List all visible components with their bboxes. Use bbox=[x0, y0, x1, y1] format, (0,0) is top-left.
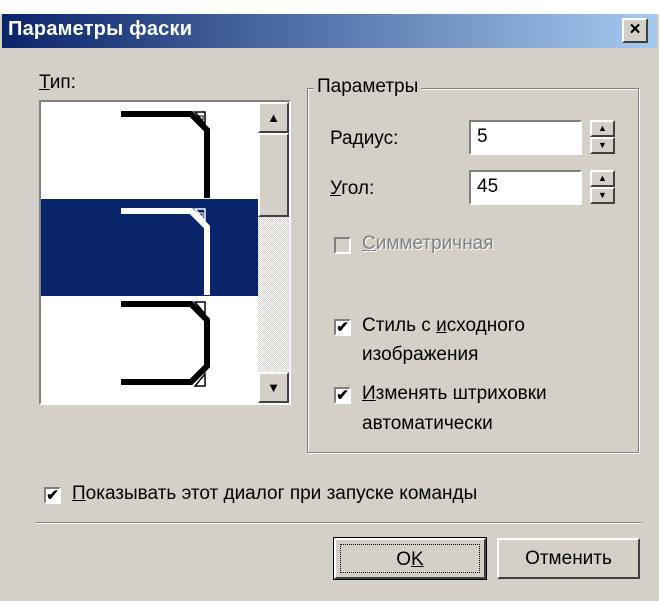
type-label-hotkey: Т bbox=[39, 72, 50, 93]
angle-input[interactable]: 45 bbox=[469, 170, 582, 205]
symmetric-label-rest: имметричная bbox=[375, 233, 494, 254]
chamfer-type-item-2[interactable] bbox=[41, 199, 259, 296]
spin-up-icon[interactable]: ▲ bbox=[590, 170, 615, 187]
show-dialog-label-rest: оказывать этот диалог при запуске команд… bbox=[85, 483, 478, 504]
chamfer-corner-selected-icon bbox=[121, 208, 210, 295]
symmetric-checkbox[interactable] bbox=[334, 237, 351, 254]
spin-down-icon[interactable]: ▼ bbox=[590, 137, 615, 154]
chamfer-type-item-3[interactable] bbox=[41, 296, 259, 393]
spin-down-icon[interactable]: ▼ bbox=[590, 187, 615, 204]
style-label-hotkey: и bbox=[436, 315, 447, 336]
type-label: Тип: bbox=[39, 72, 76, 94]
radius-spinner[interactable]: ▲ ▼ bbox=[590, 120, 615, 155]
auto-hatch-label-line2: автоматически bbox=[362, 413, 493, 434]
auto-hatch-checkbox[interactable]: ✔ bbox=[334, 387, 351, 404]
window-title: Параметры фаски bbox=[8, 18, 193, 40]
params-group-label: Параметры bbox=[314, 76, 422, 98]
show-dialog-checkbox[interactable]: ✔ bbox=[44, 487, 61, 504]
style-label-pre: Стиль с bbox=[362, 315, 437, 336]
angle-spinner[interactable]: ▲ ▼ bbox=[590, 170, 615, 205]
check-icon: ✔ bbox=[336, 387, 349, 404]
chamfer-type-item-1[interactable] bbox=[41, 102, 259, 199]
radius-label: Радиус: bbox=[330, 128, 399, 149]
auto-hatch-label-line1: Изменять штриховки bbox=[362, 383, 547, 405]
style-label-post: сходного bbox=[446, 315, 525, 336]
separator bbox=[36, 522, 642, 524]
cancel-button[interactable]: Отменить bbox=[497, 538, 640, 579]
list-scrollbar[interactable]: ▲ ▼ bbox=[258, 102, 289, 403]
style-from-source-checkbox[interactable]: ✔ bbox=[334, 319, 351, 336]
ok-label-hotkey: K bbox=[411, 549, 424, 570]
close-icon: × bbox=[629, 19, 641, 40]
check-icon: ✔ bbox=[46, 487, 59, 504]
scroll-thumb[interactable] bbox=[258, 133, 289, 217]
show-dialog-hotkey: П bbox=[72, 483, 86, 504]
arrow-down-icon: ▼ bbox=[267, 380, 280, 395]
symmetric-label: Симметричная bbox=[362, 233, 494, 255]
title-bar[interactable]: Параметры фаски bbox=[2, 14, 657, 48]
ok-label-pre: O bbox=[396, 549, 412, 570]
auto-hatch-hotkey: И bbox=[362, 383, 376, 404]
check-icon: ✔ bbox=[336, 319, 349, 336]
scroll-up-button[interactable]: ▲ bbox=[258, 102, 289, 133]
chamfer-double-corner-icon bbox=[121, 301, 210, 387]
angle-label: Угол: bbox=[330, 178, 374, 200]
spin-up-icon[interactable]: ▲ bbox=[590, 120, 615, 137]
ok-button[interactable]: OK bbox=[333, 537, 487, 580]
symmetric-label-hotkey: С bbox=[362, 233, 376, 254]
chamfer-type-list[interactable]: ▲ ▼ bbox=[39, 100, 291, 405]
angle-label-rest: гол: bbox=[341, 178, 375, 199]
close-button[interactable]: × bbox=[622, 18, 648, 43]
chamfer-corner-icon bbox=[121, 111, 210, 198]
radius-input[interactable]: 5 bbox=[469, 120, 582, 155]
style-from-source-label-line2: изображения bbox=[362, 344, 479, 365]
scroll-down-button[interactable]: ▼ bbox=[258, 372, 289, 403]
arrow-up-icon: ▲ bbox=[267, 110, 280, 125]
ok-focus-rect: OK bbox=[340, 544, 480, 573]
style-from-source-label-line1: Стиль с исходного bbox=[362, 315, 525, 337]
angle-label-hotkey: У bbox=[330, 178, 342, 199]
type-label-rest: ип: bbox=[49, 72, 76, 93]
auto-hatch-label-rest: зменять штриховки bbox=[375, 383, 547, 404]
show-dialog-label: Показывать этот диалог при запуске коман… bbox=[72, 483, 477, 505]
